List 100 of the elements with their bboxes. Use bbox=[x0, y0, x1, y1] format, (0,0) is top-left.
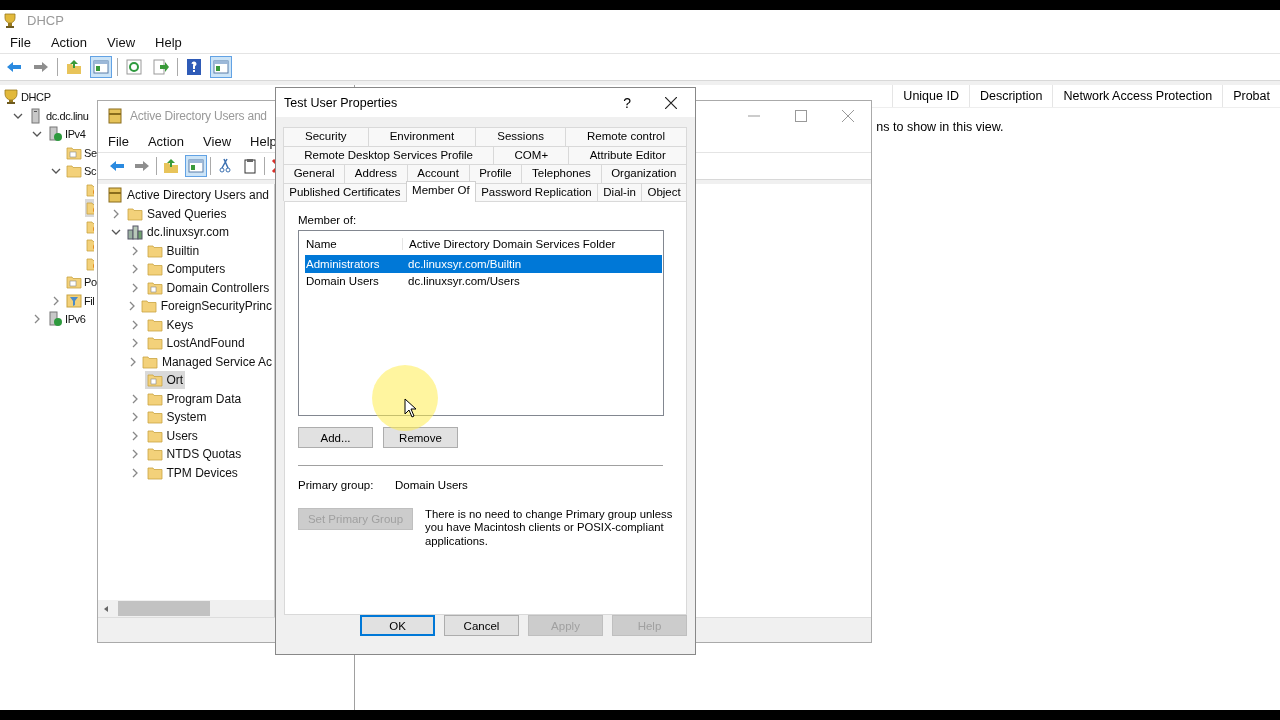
collapse-chevron-icon[interactable] bbox=[131, 264, 139, 275]
collapse-chevron-icon[interactable] bbox=[131, 319, 139, 330]
tree-item[interactable]: IPv4 bbox=[65, 128, 86, 141]
tab[interactable]: Remote control bbox=[564, 127, 687, 146]
collapse-chevron-icon[interactable] bbox=[128, 356, 137, 367]
folder-icon[interactable] bbox=[146, 316, 163, 333]
tree-item[interactable]: NTDS Quotas bbox=[166, 447, 242, 462]
folder-icon[interactable] bbox=[146, 427, 163, 444]
tree-item[interactable]: Se bbox=[84, 146, 97, 159]
folder-icon[interactable] bbox=[86, 218, 94, 235]
folder-icon[interactable] bbox=[146, 446, 163, 463]
folder-icon[interactable] bbox=[146, 335, 163, 352]
folder-icon[interactable] bbox=[140, 298, 157, 315]
collapse-chevron-icon[interactable] bbox=[51, 295, 60, 306]
expand-chevron-icon[interactable] bbox=[12, 111, 23, 120]
collapse-chevron-icon[interactable] bbox=[131, 393, 139, 404]
collapse-chevron-icon[interactable] bbox=[131, 245, 139, 256]
tree-item[interactable]: Keys bbox=[166, 317, 194, 332]
folder-icon[interactable] bbox=[146, 261, 163, 278]
collapse-chevron-icon[interactable] bbox=[131, 467, 139, 478]
tree-item[interactable]: Sc bbox=[84, 165, 97, 178]
list-button[interactable]: Remove bbox=[383, 427, 458, 449]
filter-icon[interactable] bbox=[66, 292, 82, 309]
pane-toggle-icon[interactable] bbox=[90, 56, 112, 78]
collapse-chevron-icon[interactable] bbox=[131, 412, 139, 423]
scroll-left-arrow-icon[interactable] bbox=[102, 604, 110, 613]
expand-chevron-icon[interactable] bbox=[31, 130, 42, 139]
tab[interactable]: Profile bbox=[468, 164, 523, 183]
export-icon[interactable] bbox=[150, 56, 172, 78]
tab[interactable]: Environment bbox=[367, 127, 477, 146]
column-header[interactable]: Probat bbox=[1222, 85, 1280, 107]
tab[interactable]: Sessions bbox=[475, 127, 566, 146]
tree-item[interactable]: Domain Controllers bbox=[166, 280, 270, 295]
collapse-chevron-icon[interactable] bbox=[131, 449, 139, 460]
server-icon[interactable] bbox=[47, 126, 63, 143]
menu-item[interactable]: Help bbox=[155, 34, 182, 50]
server-icon[interactable] bbox=[47, 311, 63, 328]
folder-icon[interactable] bbox=[66, 144, 82, 161]
menu-item[interactable]: File bbox=[108, 133, 129, 149]
column-header[interactable]: Network Access Protection bbox=[1052, 85, 1223, 107]
tree-item[interactable]: Fil bbox=[84, 294, 95, 307]
building-icon[interactable] bbox=[127, 224, 143, 241]
collapse-chevron-icon[interactable] bbox=[131, 282, 139, 293]
collapse-chevron-icon[interactable] bbox=[32, 314, 41, 325]
tree-item[interactable]: TPM Devices bbox=[166, 465, 238, 480]
tree-item[interactable]: LostAndFound bbox=[166, 336, 245, 351]
group-list[interactable]: Name Active Directory Domain Services Folder Administrators dc.linuxsyr.com/Builtin Domain Users dc.linuxsyr.com/Users bbox=[298, 230, 664, 417]
expand-chevron-icon[interactable] bbox=[50, 167, 61, 176]
tree-item[interactable]: Computers bbox=[166, 262, 226, 277]
folder-icon[interactable] bbox=[66, 274, 82, 291]
tab[interactable]: Telephones bbox=[521, 164, 602, 183]
collapse-chevron-icon[interactable] bbox=[111, 208, 120, 219]
tree-item[interactable]: DHCP bbox=[21, 91, 51, 104]
book-icon[interactable] bbox=[107, 187, 123, 204]
expand-chevron-icon[interactable] bbox=[110, 228, 121, 237]
collapse-chevron-icon[interactable] bbox=[131, 430, 139, 441]
tab[interactable]: Account bbox=[406, 164, 470, 183]
collapse-chevron-icon[interactable] bbox=[128, 301, 137, 312]
pane-toggle-icon[interactable] bbox=[210, 56, 232, 78]
tree-item[interactable]: Active Directory Users and bbox=[127, 188, 270, 203]
tab[interactable]: Address bbox=[344, 164, 408, 183]
menu-item[interactable]: View bbox=[107, 34, 136, 50]
tab[interactable]: Organization bbox=[600, 164, 687, 183]
tree-item[interactable]: Managed Service Ac bbox=[161, 354, 272, 369]
pane-toggle-icon[interactable] bbox=[185, 155, 207, 177]
tab[interactable]: General bbox=[283, 164, 346, 183]
menu-item[interactable]: Action bbox=[50, 34, 88, 50]
tree-item[interactable]: Program Data bbox=[166, 391, 242, 406]
menu-item[interactable]: View bbox=[203, 133, 232, 149]
tree-item[interactable]: IPv6 bbox=[65, 313, 86, 326]
folder-icon[interactable] bbox=[146, 464, 163, 481]
column-header[interactable]: Unique ID bbox=[892, 85, 969, 107]
maximize-icon[interactable] bbox=[795, 109, 807, 122]
column-header[interactable]: Name bbox=[299, 238, 403, 251]
tab[interactable]: Security bbox=[283, 127, 369, 146]
menu-item[interactable]: Action bbox=[147, 133, 185, 149]
folder-icon[interactable] bbox=[86, 181, 94, 198]
folder-icon[interactable] bbox=[86, 237, 94, 254]
tree-item[interactable]: System bbox=[166, 410, 207, 425]
refresh-icon[interactable] bbox=[123, 56, 145, 78]
tree-item[interactable]: dc.linuxsyr.com bbox=[147, 225, 230, 240]
help-button[interactable]: ? bbox=[623, 94, 631, 111]
trophy-icon[interactable] bbox=[3, 89, 19, 106]
folder-icon[interactable] bbox=[146, 372, 163, 389]
tree-item[interactable]: Po bbox=[84, 276, 97, 289]
column-header[interactable]: Active Directory Domain Services Folder bbox=[403, 238, 616, 251]
list-button[interactable]: Add... bbox=[298, 427, 373, 449]
horizontal-scrollbar[interactable] bbox=[98, 600, 274, 617]
folder-icon[interactable] bbox=[146, 279, 163, 296]
dialog-button[interactable]: Cancel bbox=[444, 615, 519, 637]
folder-icon[interactable] bbox=[66, 163, 82, 180]
folder-icon[interactable] bbox=[146, 409, 163, 426]
tree-item[interactable]: Saved Queries bbox=[147, 206, 227, 221]
tree-item[interactable]: dc.dc.linu bbox=[46, 109, 89, 122]
close-icon[interactable] bbox=[665, 96, 677, 109]
tree-item[interactable]: Users bbox=[166, 428, 198, 443]
folder-icon[interactable] bbox=[86, 255, 94, 272]
column-header[interactable]: Description bbox=[968, 85, 1053, 107]
dialog-button[interactable]: OK bbox=[360, 615, 435, 637]
menu-item[interactable]: File bbox=[10, 34, 31, 50]
